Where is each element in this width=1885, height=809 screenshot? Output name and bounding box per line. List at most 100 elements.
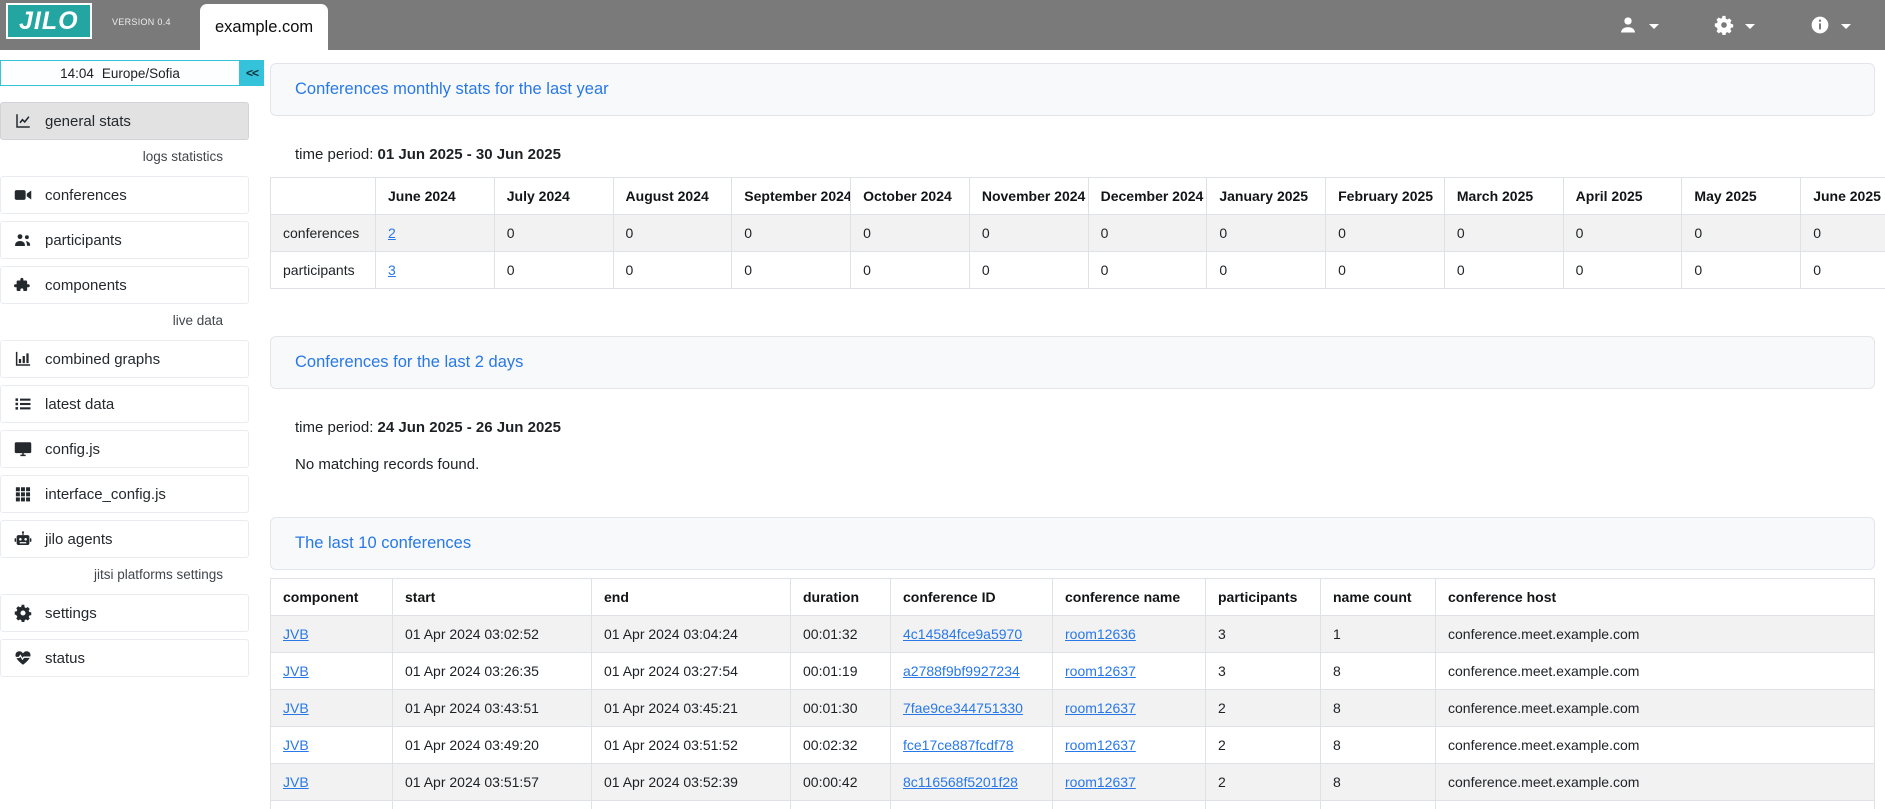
table-cell-link[interactable]: JVB bbox=[283, 737, 309, 753]
table-cell: 3 bbox=[376, 252, 495, 289]
app-version: VERSION 0.4 bbox=[112, 17, 171, 27]
panel-title[interactable]: The last 10 conferences bbox=[295, 534, 471, 552]
table-cell-link[interactable]: JVB bbox=[283, 700, 309, 716]
table-cell: 01 Apr 2024 03:45:21 bbox=[592, 690, 791, 727]
chart-line-icon bbox=[14, 112, 32, 130]
sidebar-item-jilo-agents[interactable]: jilo agents bbox=[0, 520, 249, 558]
table-cell: room12636 bbox=[1053, 616, 1206, 653]
sidebar-item-config-js[interactable]: config.js bbox=[0, 430, 249, 468]
sidebar-item-participants[interactable]: participants bbox=[0, 221, 249, 259]
platform-tab-example-com[interactable]: example.com bbox=[200, 4, 328, 50]
table-cell: 01 Apr 2024 03:27:54 bbox=[592, 653, 791, 690]
table-cell: 0 bbox=[1801, 252, 1885, 289]
table-cell: 0 bbox=[1801, 215, 1885, 252]
user-menu-dropdown[interactable] bbox=[1618, 15, 1659, 35]
table-cell: 0 bbox=[969, 252, 1088, 289]
table-cell-link[interactable]: room12637 bbox=[1065, 700, 1136, 716]
table-cell: 00:00:42 bbox=[791, 764, 891, 801]
info-menu-dropdown[interactable] bbox=[1810, 15, 1851, 35]
table-cell-link[interactable]: 2 bbox=[388, 225, 396, 241]
caret-down-icon bbox=[1649, 24, 1659, 29]
table-cell-link[interactable]: JVB bbox=[283, 626, 309, 642]
table-cell: room12637 bbox=[1053, 653, 1206, 690]
table-cell-link[interactable]: fce17ce887fcdf78 bbox=[903, 737, 1014, 753]
sidebar-item-conferences[interactable]: conferences bbox=[0, 176, 249, 214]
table-cell: room12637 bbox=[1053, 690, 1206, 727]
info-icon bbox=[1810, 15, 1830, 35]
sidebar-item-label: general stats bbox=[45, 113, 131, 130]
table-cell: 0 bbox=[1207, 252, 1326, 289]
table-cell: 01 Apr 2024 03:26:35 bbox=[393, 653, 592, 690]
table-cell: 2 bbox=[1206, 764, 1321, 801]
table-cell: 01 Apr 2024 03:02:52 bbox=[393, 616, 592, 653]
table-cell: 00:02:32 bbox=[791, 727, 891, 764]
table-cell: participants bbox=[271, 252, 376, 289]
column-header: participants bbox=[1206, 579, 1321, 616]
sidebar-item-settings[interactable]: settings bbox=[0, 594, 249, 632]
table-cell-link[interactable]: JVB bbox=[283, 774, 309, 790]
sidebar-item-components[interactable]: components bbox=[0, 266, 249, 304]
table-cell: 00:01:32 bbox=[791, 616, 891, 653]
heart-pulse-icon bbox=[14, 649, 32, 667]
panel-header-monthly-stats[interactable]: Conferences monthly stats for the last y… bbox=[270, 63, 1875, 116]
table-cell-link[interactable]: 8c116568f5201f28 bbox=[903, 774, 1018, 790]
monthly-table-clip: June 2024July 2024August 2024September 2… bbox=[270, 177, 1885, 289]
table-cell bbox=[1206, 801, 1321, 809]
column-header: November 2024 bbox=[969, 178, 1088, 215]
sidebar-item-combined-graphs[interactable]: combined graphs bbox=[0, 340, 249, 378]
table-cell: 2 bbox=[376, 215, 495, 252]
table-cell: 3 bbox=[1206, 653, 1321, 690]
table-cell: conference.meet.example.com bbox=[1436, 764, 1875, 801]
table-cell: JVB bbox=[271, 616, 393, 653]
table-cell-link[interactable]: 7fae9ce344751330 bbox=[903, 700, 1023, 716]
sidebar-section-label: logs statistics bbox=[0, 149, 249, 164]
table-cell: 0 bbox=[851, 215, 970, 252]
table-cell: JVB bbox=[271, 690, 393, 727]
sidebar-item-interface-config-js[interactable]: interface_config.js bbox=[0, 475, 249, 513]
table-cell: conference.meet.example.com bbox=[1436, 653, 1875, 690]
table-cell-link[interactable]: room12637 bbox=[1065, 774, 1136, 790]
column-header: February 2025 bbox=[1326, 178, 1445, 215]
sidebar-collapse-button[interactable]: << bbox=[240, 60, 264, 86]
sidebar-item-label: jilo agents bbox=[45, 531, 113, 548]
table-cell: 8 bbox=[1321, 727, 1436, 764]
table-cell: 0 bbox=[1444, 252, 1563, 289]
sidebar-item-latest-data[interactable]: latest data bbox=[0, 385, 249, 423]
table-cell-link[interactable]: room12636 bbox=[1065, 626, 1136, 642]
table-cell bbox=[393, 801, 592, 809]
sidebar-item-label: latest data bbox=[45, 396, 114, 413]
panel-header-last-10-conferences[interactable]: The last 10 conferences bbox=[270, 517, 1875, 570]
sidebar-item-label: settings bbox=[45, 605, 97, 622]
table-cell: 7fae9ce344751330 bbox=[891, 690, 1053, 727]
panel-header-last-2-days[interactable]: Conferences for the last 2 days bbox=[270, 336, 1875, 389]
column-header: December 2024 bbox=[1088, 178, 1207, 215]
panel-title[interactable]: Conferences for the last 2 days bbox=[295, 353, 523, 371]
table-cell bbox=[891, 801, 1053, 809]
table-cell-link[interactable]: room12637 bbox=[1065, 663, 1136, 679]
sidebar-item-label: participants bbox=[45, 232, 122, 249]
table-cell bbox=[271, 801, 393, 809]
table-cell-link[interactable]: 3 bbox=[388, 262, 396, 278]
column-header: June 2025 bbox=[1801, 178, 1885, 215]
table-cell: 0 bbox=[1563, 252, 1682, 289]
sidebar-item-general-stats[interactable]: general stats bbox=[0, 102, 249, 140]
table-cell: 0 bbox=[1682, 215, 1801, 252]
table-cell: 0 bbox=[613, 215, 732, 252]
table-header-row: componentstartenddurationconference IDco… bbox=[271, 579, 1875, 616]
table-cell-link[interactable]: JVB bbox=[283, 663, 309, 679]
sidebar-section-label: live data bbox=[0, 313, 249, 328]
settings-menu-dropdown[interactable] bbox=[1714, 15, 1755, 35]
panel-title[interactable]: Conferences monthly stats for the last y… bbox=[295, 80, 609, 98]
puzzle-piece-icon bbox=[14, 276, 32, 294]
table-cell: 01 Apr 2024 03:04:24 bbox=[592, 616, 791, 653]
sidebar-item-status[interactable]: status bbox=[0, 639, 249, 677]
app-logo[interactable]: JILO bbox=[6, 3, 92, 39]
table-cell-link[interactable]: 4c14584fce9a5970 bbox=[903, 626, 1022, 642]
no-records-message: No matching records found. bbox=[295, 456, 1885, 473]
table-cell-link[interactable]: a2788f9bf9927234 bbox=[903, 663, 1020, 679]
table-cell-link[interactable]: room12637 bbox=[1065, 737, 1136, 753]
table-cell: 0 bbox=[732, 252, 851, 289]
table-row: JVB 01 Apr 2024 03:02:5201 Apr 2024 03:04… bbox=[271, 616, 1875, 653]
sidebar-item-label: interface_config.js bbox=[45, 486, 166, 503]
grid-icon bbox=[14, 485, 32, 503]
